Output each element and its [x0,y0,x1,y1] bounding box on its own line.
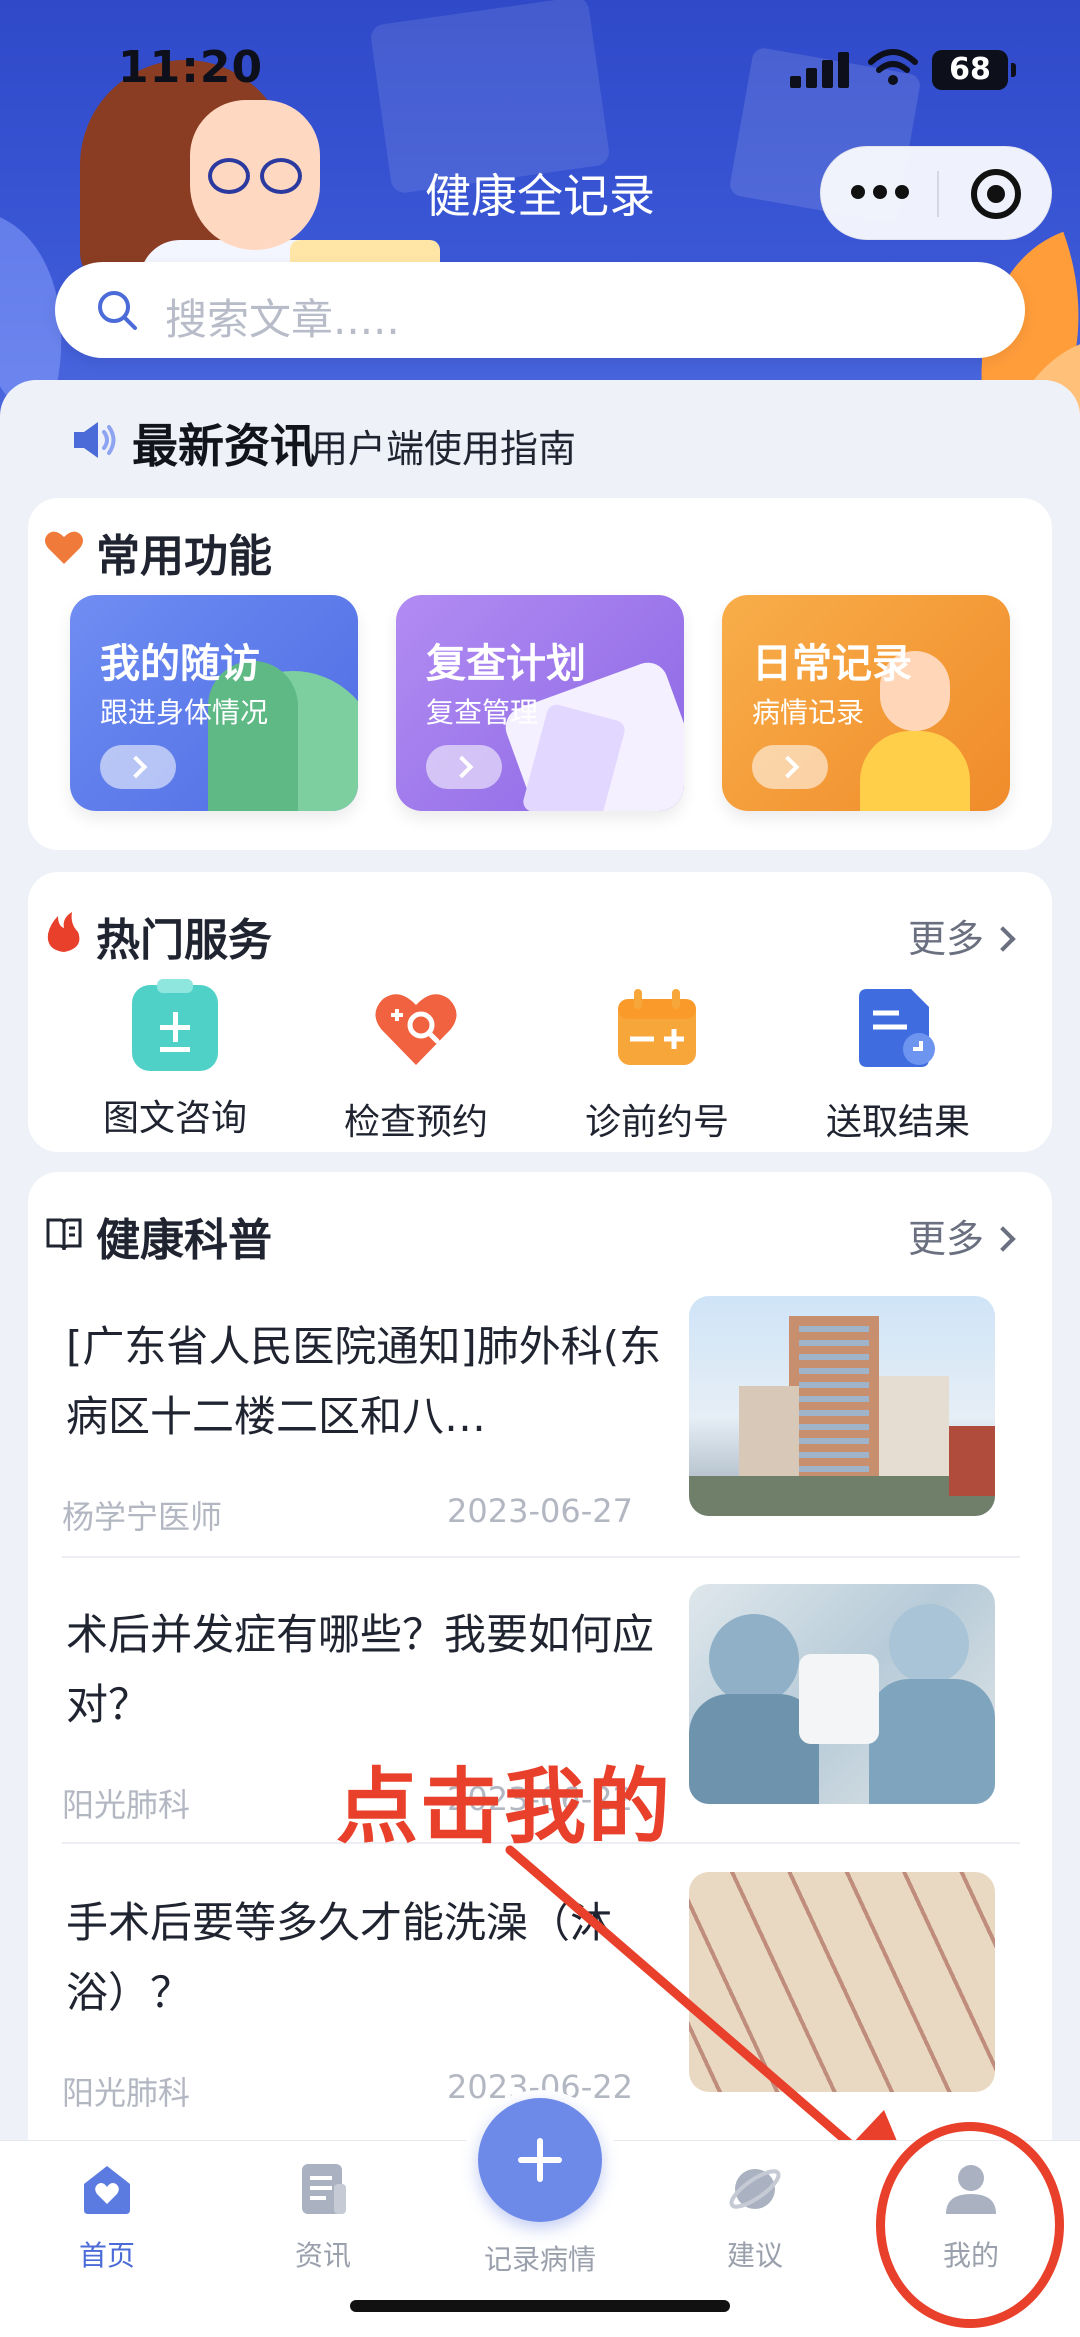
page-title: 健康全记录 [425,169,655,223]
tab-advice[interactable]: 建议 [680,2160,830,2274]
tile-subtitle: 复查管理 [426,696,539,729]
service-label: 检查预约 [343,1102,488,1143]
article-title: 术后并发症有哪些？我要如何应对？ [66,1610,655,1729]
service-exam-booking[interactable]: 检查预约 [296,985,536,1145]
service-text-consult[interactable]: 图文咨询 [55,979,295,1141]
service-label: 诊前约号 [584,1102,729,1143]
tab-label: 首页 [78,2239,135,2272]
more-dots-icon[interactable] [851,185,911,203]
chevron-right-icon [100,745,176,789]
speaker-icon [74,422,116,458]
hot-services-title: 热门服务 [96,915,272,966]
chevron-right-icon [752,745,828,789]
tile-my-followup[interactable]: 我的随访 跟进身体情况 [70,595,358,811]
chevron-right-icon [990,1225,1016,1252]
article-author: 阳光肺科 [62,1786,191,1824]
cellular-signal-icon [790,52,852,88]
divider [62,1556,1020,1558]
planet-icon [729,2169,781,2209]
wifi-icon [868,49,918,85]
chevron-right-icon [990,925,1016,952]
article-thumbnail-hospital [689,1296,995,1516]
more-label: 更多 [907,917,984,961]
chevron-right-icon [426,745,502,789]
service-result-delivery[interactable]: 送取结果 [778,985,1018,1145]
news-document-icon [302,2164,346,2214]
book-icon [46,1218,82,1251]
tab-news[interactable]: 资讯 [248,2160,398,2274]
heart-search-icon [375,994,457,1065]
tile-subtitle: 病情记录 [752,696,865,729]
tab-home[interactable]: 首页 [32,2160,182,2274]
search-icon [98,291,137,330]
health-science-more[interactable]: 更多 [907,1208,1016,1263]
status-time: 11:20 [118,42,264,93]
health-science-title: 健康科普 [96,1215,272,1266]
article-author: 阳光肺科 [62,2074,191,2112]
tab-label: 资讯 [294,2239,351,2272]
article-title: [广东省人民医院通知]肺外科(东病区十二楼二区和八… [66,1322,662,1441]
search-placeholder: 搜索文章..... [165,295,400,344]
flame-icon [47,912,80,952]
tile-subtitle: 跟进身体情况 [100,696,269,729]
calendar-add-icon [618,989,696,1065]
article-thumbnail-surgery [689,1584,995,1804]
add-record-label: 记录病情 [483,2243,596,2276]
tile-daily-record[interactable]: 日常记录 病情记录 [722,595,1010,811]
tile-title: 我的随访 [100,641,260,687]
service-label: 送取结果 [825,1102,970,1143]
annotation-circle [876,2122,1064,2328]
battery-icon: 68 [932,50,1016,90]
more-label: 更多 [907,1217,984,1261]
article-date: 2023-06-27 [447,1492,633,1530]
clipboard-icon [132,979,218,1071]
document-delivery-icon [859,989,935,1067]
tile-recheck-plan[interactable]: 复查计划 复查管理 [396,595,684,811]
heart-icon [45,531,83,564]
service-pre-registration[interactable]: 诊前约号 [537,985,777,1145]
tile-title: 复查计划 [426,641,586,687]
article-author: 杨学宁医师 [62,1498,223,1536]
add-record-button[interactable] [478,2098,602,2222]
news-text[interactable]: 用户端使用指南 [310,418,576,473]
close-target-icon[interactable] [971,169,1021,219]
hot-services-more[interactable]: 更多 [907,908,1016,963]
miniprogram-capsule [820,146,1052,240]
home-heart-icon [84,2166,130,2214]
tile-title: 日常记录 [752,641,912,687]
service-label: 图文咨询 [102,1098,247,1139]
news-label: 最新资讯 [132,419,316,473]
home-indicator [350,2300,730,2312]
search-input[interactable]: 搜索文章..... [55,262,1025,358]
common-functions-title: 常用功能 [96,531,272,582]
tab-label: 建议 [726,2239,783,2272]
